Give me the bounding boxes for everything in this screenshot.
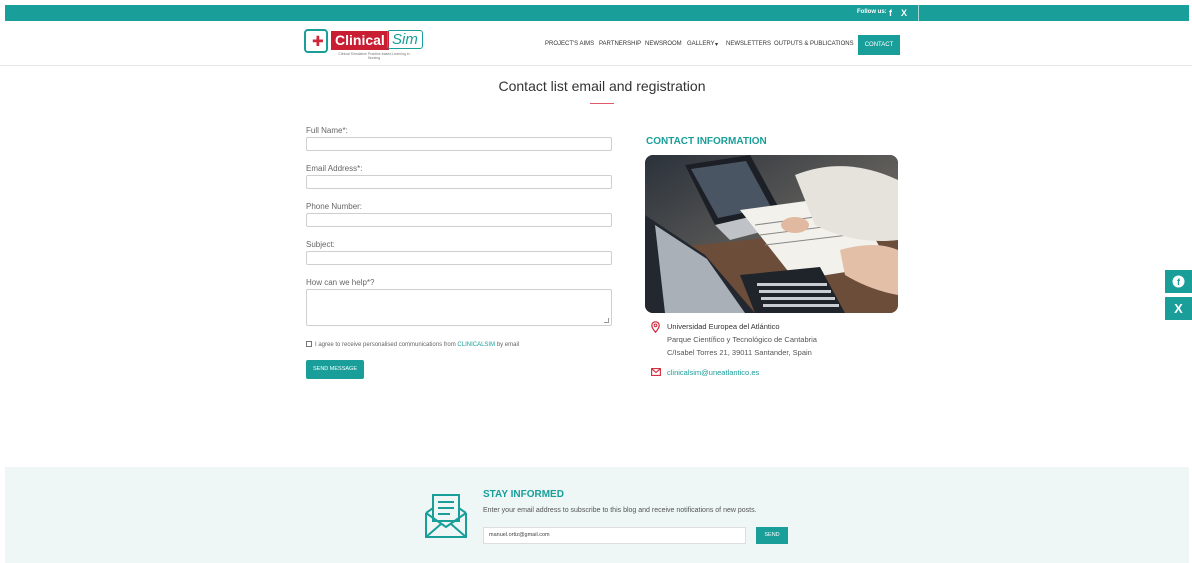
nav-item-newsroom[interactable]: NEWSROOM	[645, 41, 682, 47]
nav-item-outputs-publications[interactable]: OUTPUTS & PUBLICATIONS	[774, 41, 854, 47]
nav-item-contact[interactable]: CONTACT	[858, 35, 900, 55]
phone-label: Phone Number:	[306, 202, 363, 211]
logo-word-clinical: Clinical	[331, 31, 389, 50]
site-header: ✚ Clinical Sim Clinical Simulation Pract…	[0, 21, 1192, 66]
contact-org-name: Universidad Europea del Atlántico	[667, 322, 780, 331]
facebook-icon[interactable]: f	[889, 7, 892, 19]
full-name-label: Full Name*:	[306, 126, 348, 135]
consent-checkbox[interactable]	[306, 341, 312, 347]
nav-item-projects-aims[interactable]: PROJECT'S AIMS	[545, 41, 594, 47]
nav-item-newsletters[interactable]: NEWSLETTERS	[726, 41, 771, 47]
x-icon[interactable]: X	[901, 7, 907, 19]
x-icon: X	[1174, 301, 1183, 316]
location-pin-icon	[651, 321, 660, 333]
nav-item-gallery[interactable]: GALLERY	[687, 41, 715, 47]
newsletter-envelope-icon	[425, 494, 467, 538]
logo-tagline: Clinical Simulation Practice-based Learn…	[338, 52, 410, 60]
help-textarea[interactable]	[306, 289, 612, 326]
subject-input[interactable]	[306, 251, 612, 265]
consent-text-suffix: by email	[496, 342, 520, 348]
contact-photo	[645, 155, 898, 313]
contact-info-title: CONTACT INFORMATION	[646, 136, 767, 147]
title-underline	[590, 103, 614, 104]
consent-row: I agree to receive personalised communic…	[306, 341, 519, 348]
email-label: Email Address*:	[306, 164, 363, 173]
follow-us-label: Follow us:	[857, 9, 887, 15]
topbar-divider	[918, 5, 919, 21]
consent-brand-link[interactable]: CLINICALSIM	[457, 342, 495, 348]
full-name-input[interactable]	[306, 137, 612, 151]
stay-informed-title: STAY INFORMED	[483, 489, 564, 500]
side-facebook-button[interactable]: f	[1165, 270, 1192, 293]
logo-word-sim: Sim	[387, 30, 423, 49]
consent-text-prefix: I agree to receive personalised communic…	[315, 342, 456, 348]
facebook-icon: f	[1172, 275, 1185, 288]
send-message-button[interactable]: SEND MESSAGE	[306, 360, 364, 379]
subscribe-send-button[interactable]: SEND	[756, 527, 788, 544]
email-input[interactable]	[306, 175, 612, 189]
phone-input[interactable]	[306, 213, 612, 227]
help-label: How can we help*?	[306, 278, 375, 287]
contact-email-link[interactable]: clinicalsim@uneatlantico.es	[667, 368, 759, 377]
nurse-logo-icon: ✚	[304, 29, 328, 53]
envelope-icon	[651, 368, 661, 376]
side-x-button[interactable]: X	[1165, 297, 1192, 320]
stay-informed-section: STAY INFORMED Enter your email address t…	[5, 467, 1189, 563]
resize-handle-icon[interactable]	[604, 318, 609, 323]
chevron-down-icon: ▾	[715, 42, 719, 48]
office-desk-image	[645, 155, 898, 313]
subscribe-email-input[interactable]: manuel.ortiz@gmail.com	[483, 527, 746, 544]
subject-label: Subject:	[306, 240, 335, 249]
nav-item-partnership[interactable]: PARTNERSHIP	[599, 41, 641, 47]
stay-informed-description: Enter your email address to subscribe to…	[483, 507, 757, 514]
page-title: Contact list email and registration	[498, 78, 706, 94]
top-bar: Follow us: f X	[5, 5, 1189, 21]
contact-address-line3: C/Isabel Torres 21, 39011 Santander, Spa…	[667, 348, 812, 357]
contact-address-line2: Parque Científico y Tecnológico de Canta…	[667, 335, 817, 344]
clinicalsim-logo[interactable]: ✚ Clinical Sim Clinical Simulation Pract…	[304, 29, 423, 61]
